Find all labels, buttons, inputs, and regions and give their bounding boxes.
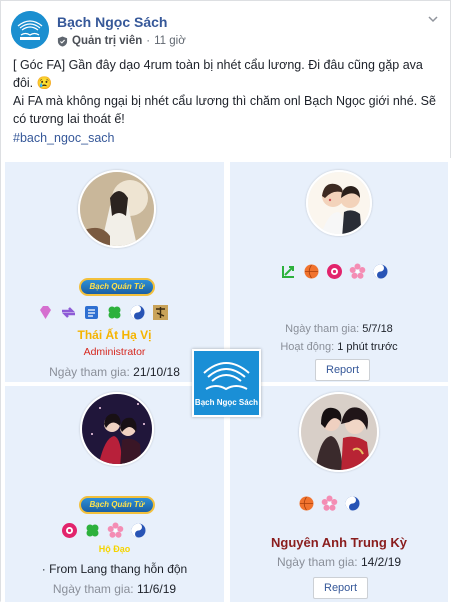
sakura-icon bbox=[107, 522, 124, 539]
report-button[interactable]: Report bbox=[313, 577, 369, 599]
joined-date: Ngày tham gia: 11/6/19 bbox=[5, 582, 224, 596]
clover-icon bbox=[106, 304, 123, 321]
page-name-link[interactable]: Bạch Ngọc Sách bbox=[57, 14, 167, 30]
book-logo-icon bbox=[11, 11, 49, 49]
post-timestamp[interactable]: 11 giờ bbox=[154, 35, 186, 47]
activity-value: 1 phút trước bbox=[337, 341, 398, 353]
member-name[interactable]: Nguyên Anh Trung Kỳ bbox=[230, 535, 448, 550]
yin-yang-icon bbox=[130, 522, 147, 539]
badge-row bbox=[280, 263, 389, 280]
badge-row bbox=[37, 304, 169, 321]
book-logo-icon bbox=[203, 362, 250, 391]
yin-yang-icon bbox=[372, 263, 389, 280]
joined-date: Ngày tham gia: 14/2/19 bbox=[230, 555, 448, 569]
member-location: · From Lang thang hỗn độn bbox=[41, 562, 188, 576]
joined-label: Ngày tham gia: bbox=[52, 582, 134, 596]
lotus-icon bbox=[61, 522, 78, 539]
ball-icon bbox=[303, 263, 320, 280]
post-meta: Quản trị viên · 11 giờ bbox=[57, 35, 186, 47]
post-header: Bạch Ngọc Sách Quản trị viên · 11 giờ bbox=[11, 11, 441, 55]
avatar bbox=[80, 392, 154, 466]
post-paragraph-2: Ai FA mà không ngại bị nhét cẩu lương th… bbox=[13, 94, 436, 126]
rank-banner: Bạch Quán Tử bbox=[79, 278, 155, 296]
chevron-down-icon[interactable] bbox=[425, 13, 441, 29]
last-activity: Hoạt động: 1 phút trước bbox=[230, 341, 448, 353]
sakura-icon bbox=[349, 263, 366, 280]
report-button[interactable]: Report bbox=[315, 359, 371, 381]
joined-value: 5/7/18 bbox=[362, 323, 393, 335]
joined-label: Ngày tham gia: bbox=[285, 323, 360, 335]
member-role: Hộ Đạo bbox=[98, 544, 131, 554]
yin-yang-icon bbox=[129, 304, 146, 321]
meta-separator: · bbox=[146, 35, 151, 47]
badge-row bbox=[298, 495, 361, 512]
member-name[interactable]: Thái Ất Hạ Vị bbox=[5, 328, 224, 342]
watermark-text: Bạch Ngọc Sách bbox=[194, 398, 259, 407]
post-card: Bạch Ngọc Sách Quản trị viên · 11 giờ [ … bbox=[0, 0, 451, 602]
book-icon bbox=[83, 304, 100, 321]
watermark-logo: Bạch Ngọc Sách bbox=[192, 349, 261, 417]
activity-label: Hoạt động: bbox=[280, 341, 335, 353]
chart-icon bbox=[280, 263, 297, 280]
sakura-icon bbox=[321, 495, 338, 512]
kanji-icon bbox=[152, 304, 169, 321]
shield-icon bbox=[57, 35, 68, 47]
post-image[interactable]: Bạch Quán Tử Thái Ất Hạ Vị Administrator… bbox=[1, 158, 451, 602]
hashtag-link[interactable]: #bach_ngoc_sach bbox=[13, 131, 114, 145]
post-paragraph-1: [ Góc FA] Gần đây dạo 4rum toàn bị nhét … bbox=[13, 58, 423, 90]
arrows-icon bbox=[60, 304, 77, 321]
page-avatar[interactable] bbox=[11, 11, 49, 49]
ball-icon bbox=[298, 495, 315, 512]
yin-yang-icon bbox=[344, 495, 361, 512]
gem-icon bbox=[37, 304, 54, 321]
joined-label: Ngày tham gia: bbox=[276, 555, 358, 569]
profile-card-member: Ngày tham gia: 5/7/18 Hoạt động: 1 phút … bbox=[230, 162, 448, 382]
joined-label: Ngày tham gia: bbox=[49, 365, 130, 379]
joined-value: 14/2/19 bbox=[361, 555, 402, 569]
badge-row bbox=[61, 522, 147, 539]
avatar bbox=[78, 170, 156, 248]
rank-banner: Bạch Quán Tử bbox=[79, 496, 155, 514]
clover-icon bbox=[84, 522, 101, 539]
joined-date: Ngày tham gia: 5/7/18 bbox=[230, 323, 448, 335]
post-body: [ Góc FA] Gần đây dạo 4rum toàn bị nhét … bbox=[13, 56, 441, 128]
avatar bbox=[299, 392, 379, 472]
profile-card-member-2: Nguyên Anh Trung Kỳ Ngày tham gia: 14/2/… bbox=[230, 386, 448, 602]
role-label[interactable]: Quản trị viên bbox=[72, 35, 142, 47]
joined-value: 11/6/19 bbox=[136, 582, 177, 596]
avatar bbox=[306, 170, 372, 236]
lotus-icon bbox=[326, 263, 343, 280]
joined-value: 21/10/18 bbox=[133, 365, 180, 379]
profile-card-guardian: Bạch Quán Tử Hộ Đạo · From Lang thang hỗ… bbox=[5, 386, 224, 602]
